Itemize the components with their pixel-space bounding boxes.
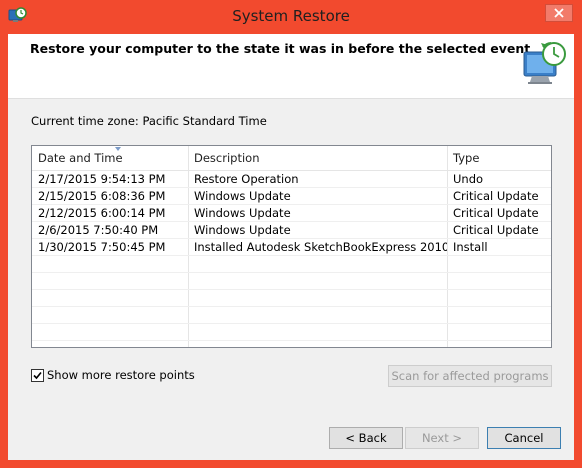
cell-date: 2/6/2015 7:50:40 PM — [38, 223, 159, 237]
checkmark-icon — [33, 371, 42, 379]
timezone-label: Current time zone: Pacific Standard Time — [31, 114, 267, 128]
cell-description: Windows Update — [194, 223, 291, 237]
table-row[interactable] — [32, 256, 551, 273]
cell-type — [447, 256, 551, 273]
header-panel: Restore your computer to the state it wa… — [8, 34, 574, 99]
cell-date: 2/12/2015 6:00:14 PM — [38, 206, 166, 220]
cell-date — [32, 273, 188, 290]
cancel-button[interactable]: Cancel — [487, 427, 561, 449]
cell-description — [188, 256, 447, 273]
show-more-checkbox[interactable] — [31, 368, 44, 382]
table-row[interactable] — [32, 324, 551, 341]
cell-description: Windows Update — [194, 206, 291, 220]
table-row[interactable]: 2/12/2015 6:00:14 PM Windows Update Critic… — [32, 205, 551, 222]
cell-type: Critical Update — [453, 206, 539, 220]
list-rows: 2/17/2015 9:54:13 PM Restore Operation Und… — [32, 171, 551, 341]
table-row[interactable] — [32, 307, 551, 324]
restore-monitor-clock-icon — [518, 40, 570, 86]
cell-description: Installed Autodesk SketchBookExpress 201… — [194, 240, 447, 254]
cell-type: Install — [453, 240, 488, 254]
cell-description — [188, 273, 447, 290]
cell-description — [188, 290, 447, 307]
back-button[interactable]: < Back — [329, 427, 403, 449]
cell-date — [32, 290, 188, 307]
close-button[interactable] — [545, 4, 573, 22]
list-header: Date and Time Description Type — [32, 146, 551, 171]
show-more-label: Show more restore points — [47, 368, 195, 382]
column-header-description[interactable]: Description — [188, 146, 447, 170]
system-restore-window: System Restore Restore your computer to … — [0, 0, 582, 468]
table-row[interactable]: 2/6/2015 7:50:40 PM Windows Update Critica… — [32, 222, 551, 239]
cell-date: 2/15/2015 6:08:36 PM — [38, 189, 166, 203]
sort-arrow-icon — [115, 147, 121, 151]
cell-type: Critical Update — [453, 189, 539, 203]
restore-points-list[interactable]: Date and Time Description Type 2/17/2015… — [31, 145, 552, 348]
next-button[interactable]: Next > — [405, 427, 479, 449]
window-title: System Restore — [232, 7, 350, 25]
cell-type: Undo — [453, 172, 484, 186]
scan-affected-programs-button[interactable]: Scan for affected programs — [388, 365, 552, 387]
cell-description: Restore Operation — [194, 172, 299, 186]
cell-date: 1/30/2015 7:50:45 PM — [38, 240, 166, 254]
column-header-type[interactable]: Type — [447, 146, 551, 170]
cell-date: 2/17/2015 9:54:13 PM — [38, 172, 166, 186]
column-header-date[interactable]: Date and Time — [32, 146, 188, 170]
cell-type — [447, 307, 551, 324]
dialog-body: Restore your computer to the state it wa… — [8, 34, 574, 460]
cell-type — [447, 290, 551, 307]
cell-description — [188, 307, 447, 324]
table-row[interactable]: 1/30/2015 7:50:45 PM Installed Autodesk S… — [32, 239, 551, 256]
cell-description: Windows Update — [194, 189, 291, 203]
table-row[interactable]: 2/15/2015 6:08:36 PM Windows Update Critic… — [32, 188, 551, 205]
cell-type: Critical Update — [453, 223, 539, 237]
cell-type — [447, 324, 551, 341]
table-row[interactable] — [32, 290, 551, 307]
page-heading: Restore your computer to the state it wa… — [30, 41, 531, 56]
cell-type — [447, 273, 551, 290]
table-row[interactable] — [32, 273, 551, 290]
cell-date — [32, 256, 188, 273]
table-row[interactable]: 2/17/2015 9:54:13 PM Restore Operation Und… — [32, 171, 551, 188]
close-icon — [554, 8, 564, 18]
cell-date — [32, 324, 188, 341]
show-more-checkbox-group[interactable]: Show more restore points — [31, 368, 195, 382]
cell-description — [188, 324, 447, 341]
title-bar[interactable]: System Restore — [0, 0, 582, 34]
cell-date — [32, 307, 188, 324]
